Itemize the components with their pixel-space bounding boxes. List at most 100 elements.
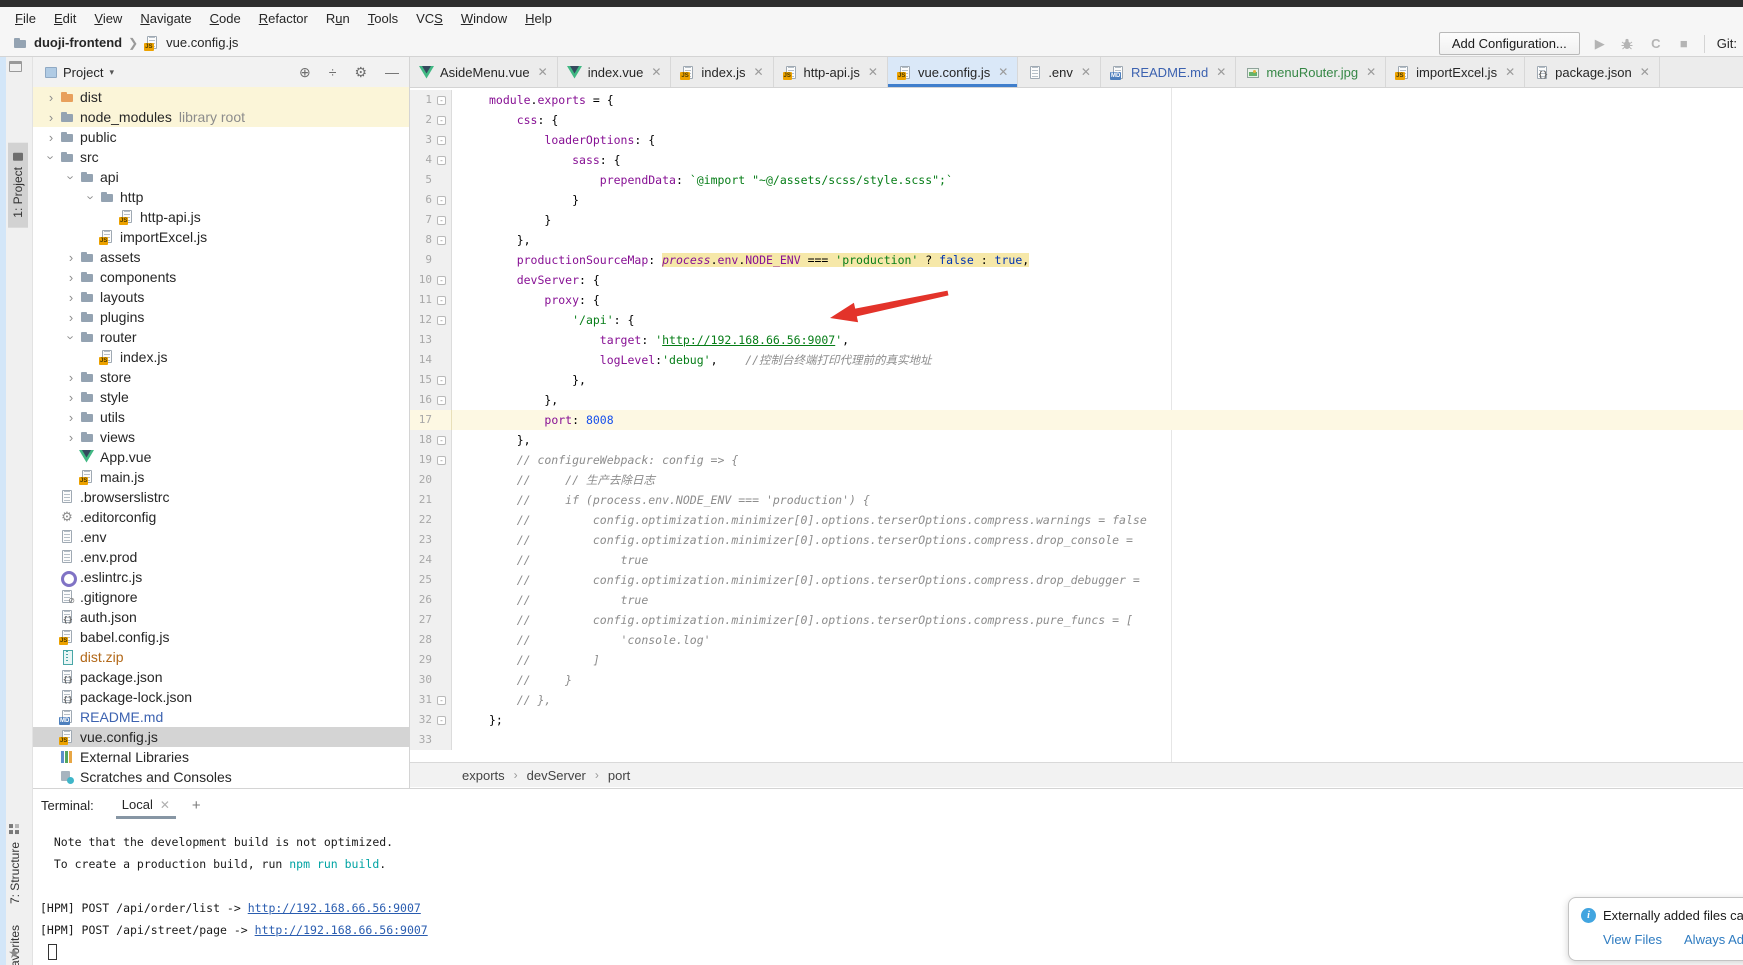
code-line-23[interactable]: 23 // config.optimization.minimizer[0].o… (410, 530, 1743, 550)
tree-item-layouts[interactable]: ›layouts (33, 287, 409, 307)
fold-end-icon[interactable]: - (437, 716, 446, 725)
tab-menurouter-jpg[interactable]: menuRouter.jpg✕ (1236, 57, 1386, 87)
chevron-icon[interactable]: › (63, 270, 79, 285)
tree-item--env[interactable]: .env (33, 527, 409, 547)
favorites-star-icon[interactable]: ★ (8, 945, 21, 962)
git-branch-widget[interactable]: Git: (1717, 36, 1739, 51)
code-line-15[interactable]: 15- }, (410, 370, 1743, 390)
menu-navigate[interactable]: Navigate (131, 9, 200, 28)
tree-item--editorconfig[interactable]: ⚙.editorconfig (33, 507, 409, 527)
fold-start-icon[interactable]: - (437, 96, 446, 105)
tree-item-components[interactable]: ›components (33, 267, 409, 287)
tree-item-http-api-js[interactable]: JShttp-api.js (33, 207, 409, 227)
code-line-5[interactable]: 5 prependData: `@import "~@/assets/scss/… (410, 170, 1743, 190)
tree-item-public[interactable]: ›public (33, 127, 409, 147)
terminal-output[interactable]: Note that the development build is not o… (33, 821, 1743, 960)
menu-code[interactable]: Code (201, 9, 250, 28)
terminal-link[interactable]: http://192.168.66.56:9007 (255, 923, 428, 937)
tree-item-auth-json[interactable]: {}auth.json (33, 607, 409, 627)
tree-item-package-json[interactable]: {}package.json (33, 667, 409, 687)
tree-item-package-lock-json[interactable]: {}package-lock.json (33, 687, 409, 707)
tab-http-api-js[interactable]: JShttp-api.js✕ (774, 57, 888, 87)
fold-end-icon[interactable]: - (437, 696, 446, 705)
close-icon[interactable]: ✕ (651, 65, 661, 79)
project-panel-title[interactable]: Project (63, 65, 103, 80)
menu-help[interactable]: Help (516, 9, 561, 28)
tree-item-src[interactable]: ›src (33, 147, 409, 167)
tree-item-index-js[interactable]: JSindex.js (33, 347, 409, 367)
code-line-3[interactable]: 3- loaderOptions: { (410, 130, 1743, 150)
chevron-icon[interactable]: › (63, 250, 79, 265)
tree-item-utils[interactable]: ›utils (33, 407, 409, 427)
collapse-all-icon[interactable]: ÷ (329, 64, 337, 80)
code-line-30[interactable]: 30 // } (410, 670, 1743, 690)
tree-item-importexcel-js[interactable]: JSimportExcel.js (33, 227, 409, 247)
tree-item-plugins[interactable]: ›plugins (33, 307, 409, 327)
close-icon[interactable]: ✕ (160, 798, 170, 812)
code-line-4[interactable]: 4- sass: { (410, 150, 1743, 170)
chevron-icon[interactable]: › (63, 310, 79, 325)
notification-action-always-add[interactable]: Always Add (1684, 932, 1743, 947)
fold-end-icon[interactable]: - (437, 196, 446, 205)
close-icon[interactable]: ✕ (1081, 65, 1091, 79)
chevron-icon[interactable]: › (63, 290, 79, 305)
close-icon[interactable]: ✕ (753, 65, 763, 79)
code-line-13[interactable]: 13 target: 'http://192.168.66.56:9007', (410, 330, 1743, 350)
tree-item-assets[interactable]: ›assets (33, 247, 409, 267)
code-line-26[interactable]: 26 // true (410, 590, 1743, 610)
close-icon[interactable]: ✕ (1216, 65, 1226, 79)
code-line-25[interactable]: 25 // config.optimization.minimizer[0].o… (410, 570, 1743, 590)
tree-item-views[interactable]: ›views (33, 427, 409, 447)
code-line-20[interactable]: 20 // // 生产去除日志 (410, 470, 1743, 490)
chevron-down-icon[interactable]: ▾ (109, 67, 114, 78)
menu-edit[interactable]: Edit (45, 9, 85, 28)
tree-item-babel-config-js[interactable]: JSbabel.config.js (33, 627, 409, 647)
debug-icon[interactable] (1620, 37, 1636, 51)
stop-icon[interactable]: ■ (1676, 36, 1692, 51)
tree-item-http[interactable]: ›http (33, 187, 409, 207)
editor-breadcrumb-exports[interactable]: exports (462, 768, 505, 783)
code-line-12[interactable]: 12- '/api': { (410, 310, 1743, 330)
code-line-33[interactable]: 33 (410, 730, 1743, 750)
chevron-icon[interactable]: › (63, 410, 79, 425)
locate-file-icon[interactable]: ⊕ (299, 64, 311, 81)
code-line-24[interactable]: 24 // true (410, 550, 1743, 570)
code-line-29[interactable]: 29 // ] (410, 650, 1743, 670)
fold-start-icon[interactable]: - (437, 276, 446, 285)
code-line-27[interactable]: 27 // config.optimization.minimizer[0].o… (410, 610, 1743, 630)
menu-run[interactable]: Run (317, 9, 359, 28)
code-line-19[interactable]: 19- // configureWebpack: config => { (410, 450, 1743, 470)
code-line-7[interactable]: 7- } (410, 210, 1743, 230)
coverage-icon[interactable]: C (1648, 36, 1664, 51)
fold-end-icon[interactable]: - (437, 216, 446, 225)
close-icon[interactable]: ✕ (998, 65, 1008, 79)
code-line-17[interactable]: 17 port: 8008 (410, 410, 1743, 430)
close-icon[interactable]: ✕ (1640, 65, 1650, 79)
fold-start-icon[interactable]: - (437, 136, 446, 145)
new-terminal-icon[interactable]: + (192, 797, 201, 814)
tree-item-external-libraries[interactable]: External Libraries (33, 747, 409, 767)
code-line-31[interactable]: 31- // }, (410, 690, 1743, 710)
notification-action-view-files[interactable]: View Files (1603, 932, 1662, 947)
code-editor[interactable]: 1-module.exports = {2- css: {3- loaderOp… (410, 88, 1743, 762)
tree-item-scratches-and-consoles[interactable]: Scratches and Consoles (33, 767, 409, 787)
tab-package-json[interactable]: {}package.json✕ (1525, 57, 1660, 87)
tree-item-store[interactable]: ›store (33, 367, 409, 387)
menu-refactor[interactable]: Refactor (250, 9, 317, 28)
fold-end-icon[interactable]: - (437, 236, 446, 245)
code-line-9[interactable]: 9 productionSourceMap: process.env.NODE_… (410, 250, 1743, 270)
menu-window[interactable]: Window (452, 9, 516, 28)
chevron-icon[interactable]: › (63, 390, 79, 405)
breadcrumb-file[interactable]: vue.config.js (166, 35, 238, 50)
code-line-1[interactable]: 1-module.exports = { (410, 90, 1743, 110)
tab-index-js[interactable]: JSindex.js✕ (671, 57, 773, 87)
settings-gear-icon[interactable]: ⚙ (354, 64, 367, 81)
tool-window-project[interactable]: 1: Project (8, 143, 28, 228)
code-line-8[interactable]: 8- }, (410, 230, 1743, 250)
fold-start-icon[interactable]: - (437, 316, 446, 325)
menu-view[interactable]: View (85, 9, 131, 28)
fold-end-icon[interactable]: - (437, 376, 446, 385)
run-icon[interactable]: ▶ (1592, 36, 1608, 52)
chevron-icon[interactable]: › (64, 329, 79, 345)
editor-breadcrumb-port[interactable]: port (608, 768, 630, 783)
